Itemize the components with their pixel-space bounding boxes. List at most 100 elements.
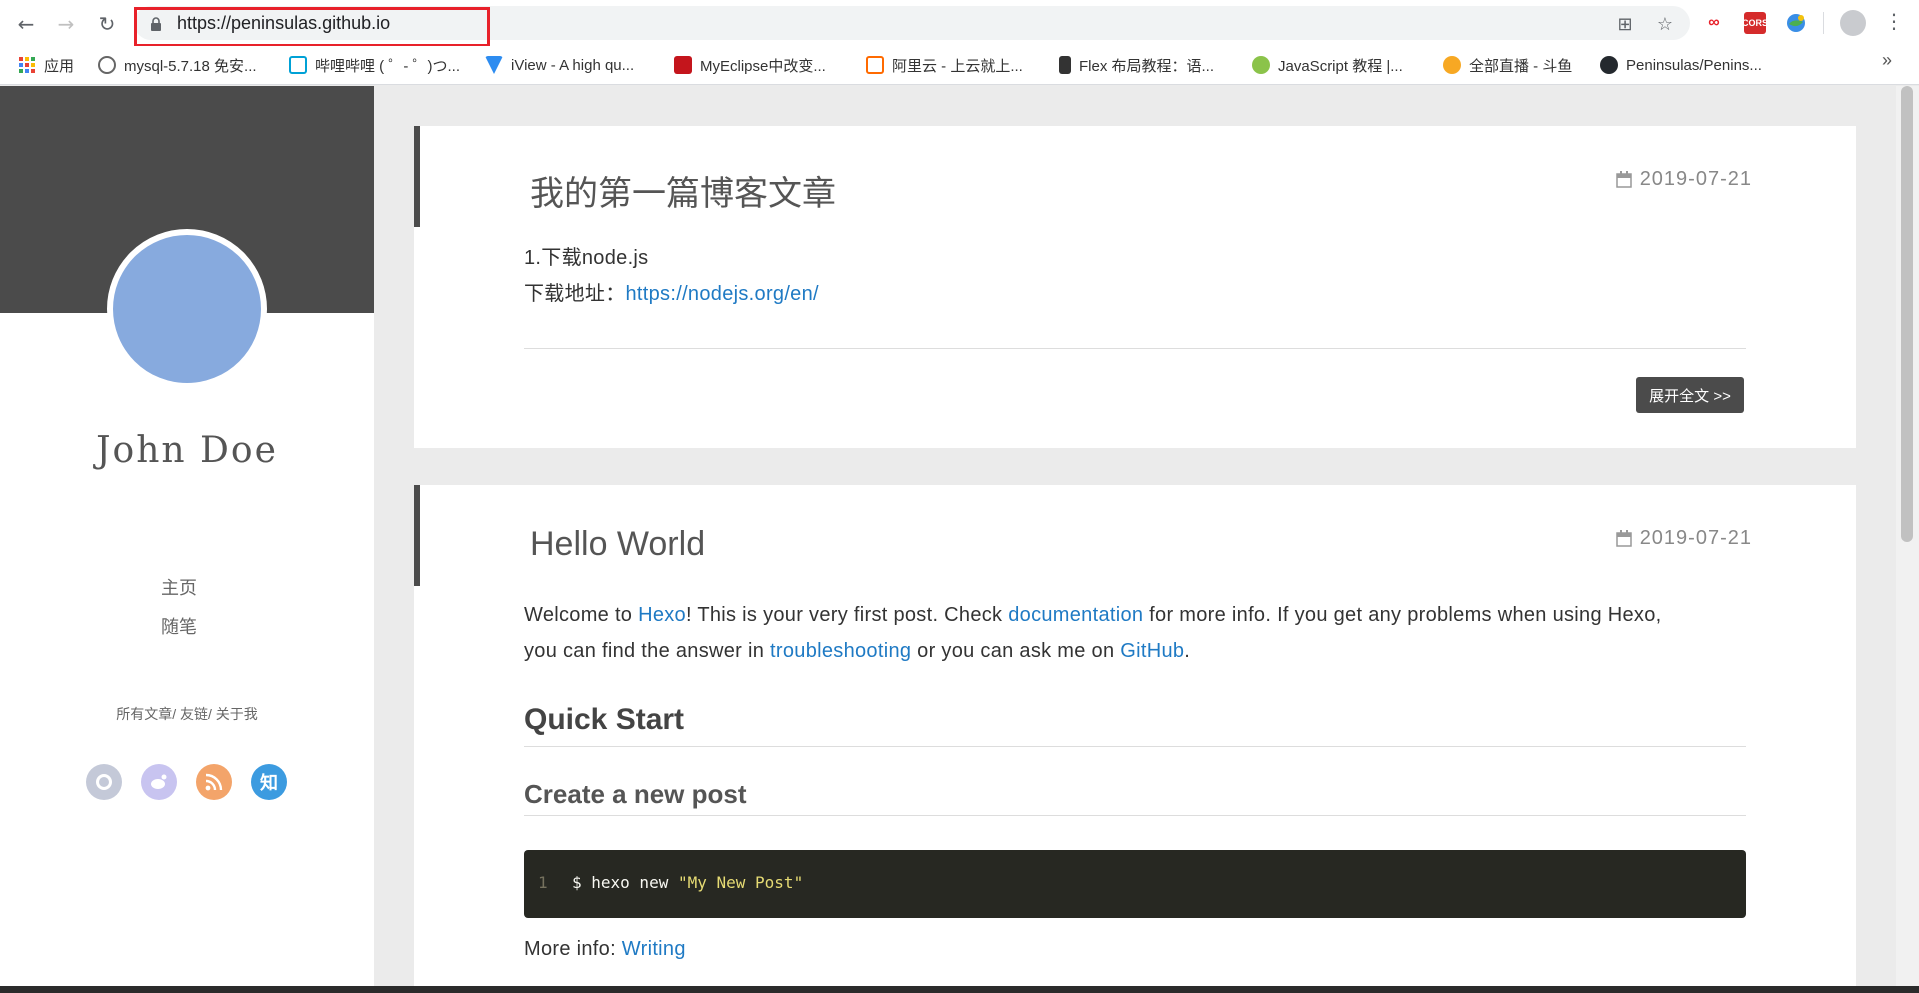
- sidebar-links[interactable]: 所有文章/ 友链/ 关于我: [0, 704, 374, 724]
- bookmark-star-icon[interactable]: ☆: [1653, 12, 1677, 36]
- author-name[interactable]: John Doe: [0, 430, 374, 471]
- douyu-icon: [1443, 56, 1461, 74]
- hexo-link[interactable]: Hexo: [638, 604, 686, 626]
- url-text[interactable]: https://peninsulas.github.io: [177, 13, 390, 34]
- reload-icon[interactable]: ↻: [94, 11, 120, 37]
- bookmark-javascript[interactable]: JavaScript 教程 |...: [1252, 54, 1403, 76]
- post-date: 2019-07-21: [1615, 527, 1752, 550]
- aliyun-icon: [866, 56, 884, 74]
- bookmark-label: iView - A high qu...: [511, 56, 635, 74]
- text-span: Welcome to: [524, 604, 639, 626]
- zhihu-icon[interactable]: 知: [251, 764, 287, 800]
- sidebar-item-notes[interactable]: 随笔: [0, 613, 358, 639]
- back-icon[interactable]: ←: [13, 11, 39, 37]
- post-accent-bar: [414, 485, 420, 586]
- rss-icon[interactable]: [196, 764, 232, 800]
- code-line: $ hexo new "My New Post": [572, 873, 803, 892]
- bookmark-douyu[interactable]: 全部直播 - 斗鱼: [1443, 54, 1572, 76]
- troubleshooting-link[interactable]: troubleshooting: [770, 640, 911, 662]
- bookmark-myeclipse[interactable]: MyEclipse中改变...: [674, 54, 826, 76]
- more-info-label: More info:: [524, 938, 622, 960]
- bookmark-label: JavaScript 教程 |...: [1278, 57, 1403, 75]
- weibo-icon[interactable]: [141, 764, 177, 800]
- javascript-icon: [1252, 56, 1270, 74]
- apps-grid-icon: [19, 57, 35, 73]
- post-card: Hello World 2019-07-21 Welcome to Hexo! …: [414, 485, 1856, 993]
- code-command: $ hexo new: [572, 873, 678, 892]
- author-avatar[interactable]: [107, 229, 267, 389]
- github-icon: [1600, 56, 1618, 74]
- quick-start-heading: Quick Start: [524, 703, 685, 736]
- text-span: .: [1184, 640, 1191, 662]
- scrollbar-thumb[interactable]: [1901, 86, 1913, 542]
- bookmark-aliyun[interactable]: 阿里云 - 上云就上...: [866, 54, 1023, 76]
- bookmark-label: 阿里云 - 上云就上...: [892, 57, 1023, 75]
- bookmark-flex[interactable]: Flex 布局教程：语...: [1059, 54, 1214, 76]
- bookmark-label: 全部直播 - 斗鱼: [1469, 57, 1573, 75]
- iview-icon: [485, 56, 503, 74]
- download-label: 下载地址：: [524, 283, 626, 305]
- post-card: 我的第一篇博客文章 2019-07-21 1.下载node.js 下载地址：ht…: [414, 126, 1856, 448]
- code-line-number: 1: [538, 873, 548, 892]
- nodejs-link[interactable]: https://nodejs.org/en/: [626, 283, 819, 305]
- myeclipse-icon: [674, 56, 692, 74]
- blog-sidebar: John Doe 主页 随笔 所有文章/ 友链/ 关于我 知: [0, 86, 374, 993]
- bookmark-mysql[interactable]: mysql-5.7.18 免安...: [98, 54, 257, 76]
- post-line: Welcome to Hexo! This is your very first…: [524, 597, 1662, 633]
- bookmark-label: MyEclipse中改变...: [700, 57, 826, 75]
- bookmark-bilibili[interactable]: 哔哩哔哩 ( ゜- ゜)つ...: [289, 54, 460, 76]
- text-span: you can find the answer in: [524, 640, 771, 662]
- writing-link[interactable]: Writing: [622, 938, 686, 960]
- taskbar-strip: [0, 986, 1919, 993]
- mysql-icon: [98, 56, 116, 74]
- bookmark-github[interactable]: Peninsulas/Penins...: [1600, 54, 1762, 76]
- post-line: 1.下载node.js: [524, 247, 649, 269]
- calendar-icon: [1615, 171, 1632, 188]
- flex-tutorial-icon: [1059, 56, 1071, 74]
- post-intro: Welcome to Hexo! This is your very first…: [524, 597, 1662, 669]
- documentation-link[interactable]: documentation: [1008, 604, 1143, 626]
- post-line: you can find the answer in troubleshooti…: [524, 633, 1662, 669]
- post-date: 2019-07-21: [1615, 168, 1752, 191]
- code-block: 1 $ hexo new "My New Post": [524, 850, 1746, 918]
- post-title[interactable]: Hello World: [530, 525, 705, 564]
- bookmark-label: 哔哩哔哩 ( ゜- ゜)つ...: [315, 57, 460, 75]
- post-divider: [524, 348, 1746, 349]
- calendar-icon: [1615, 530, 1632, 547]
- text-span: or you can ask me on: [911, 640, 1121, 662]
- bookmark-apps[interactable]: 应用: [18, 54, 74, 76]
- github-link[interactable]: GitHub: [1120, 640, 1184, 662]
- create-post-heading: Create a new post: [524, 779, 747, 809]
- bookmark-iview[interactable]: iView - A high qu...: [485, 54, 634, 76]
- text-span: for more info. If you get any problems w…: [1143, 604, 1662, 626]
- github-icon[interactable]: [86, 764, 122, 800]
- post-accent-bar: [414, 126, 420, 227]
- browser-menu-icon[interactable]: ⋮: [1884, 9, 1904, 33]
- page-scrollbar[interactable]: [1896, 86, 1919, 993]
- extension-infinity-icon[interactable]: ∞: [1703, 12, 1725, 34]
- bookmarks-overflow-icon[interactable]: »: [1882, 50, 1892, 71]
- bookmarks-bar: 应用 mysql-5.7.18 免安... 哔哩哔哩 ( ゜- ゜)つ... i…: [0, 46, 1919, 85]
- heading-underline: [524, 746, 1746, 747]
- read-more-button[interactable]: 展开全文 >>: [1636, 377, 1744, 413]
- sidebar-item-home[interactable]: 主页: [0, 574, 358, 600]
- toolbar-separator: [1823, 12, 1824, 34]
- post-date-text: 2019-07-21: [1639, 527, 1752, 549]
- post-title[interactable]: 我的第一篇博客文章: [530, 166, 836, 215]
- more-info-line: More info: Writing: [524, 931, 686, 967]
- post-line: 下载地址：https://nodejs.org/en/: [524, 276, 819, 312]
- text-span: ! This is your very first post. Check: [685, 604, 1009, 626]
- bookmark-label: Flex 布局教程：语...: [1079, 57, 1215, 75]
- browser-toolbar: ← → ↻ https://peninsulas.github.io ⊞ ☆ ∞…: [0, 0, 1919, 47]
- code-string: "My New Post": [677, 873, 804, 892]
- post-date-text: 2019-07-21: [1639, 168, 1752, 190]
- bookmark-label: 应用: [44, 57, 75, 75]
- profile-avatar-icon[interactable]: [1840, 10, 1866, 36]
- extension-globe-icon[interactable]: [1785, 12, 1807, 34]
- bilibili-icon: [289, 56, 307, 74]
- lock-icon: [151, 17, 161, 31]
- translate-icon[interactable]: ⊞: [1613, 12, 1637, 36]
- bookmark-label: Peninsulas/Penins...: [1626, 56, 1762, 74]
- forward-icon[interactable]: →: [53, 11, 79, 37]
- extension-cors-icon[interactable]: CORS: [1742, 12, 1768, 34]
